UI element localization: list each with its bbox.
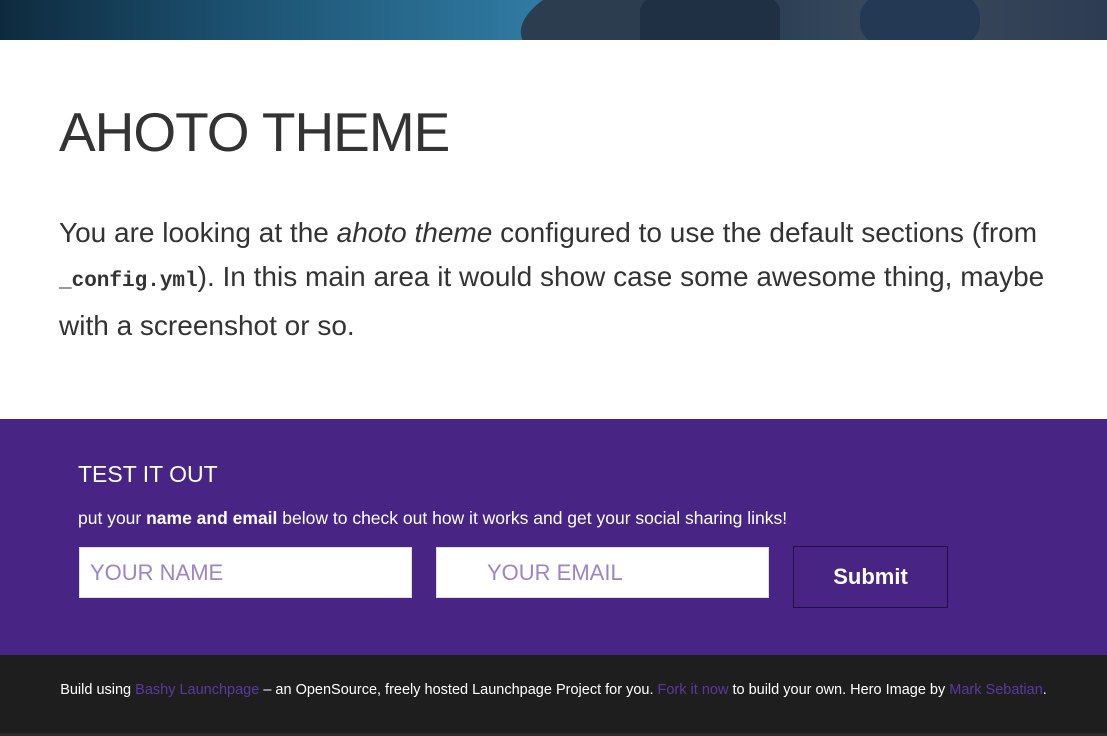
hero-image xyxy=(0,0,1107,40)
footer: Build using Bashy Launchpage – an OpenSo… xyxy=(0,655,1107,736)
footer-text: Build using Bashy Launchpage – an OpenSo… xyxy=(60,682,1047,698)
page: AHOTO THEME You are looking at the ahoto… xyxy=(0,0,1107,736)
submit-button[interactable]: Submit xyxy=(793,546,948,608)
config-filename: _config.yml xyxy=(59,270,198,293)
email-input[interactable] xyxy=(436,547,769,598)
name-input[interactable] xyxy=(79,547,412,598)
bashy-launchpage-link[interactable]: Bashy Launchpage xyxy=(135,682,259,698)
page-title: AHOTO THEME xyxy=(59,101,450,163)
main-section: AHOTO THEME You are looking at the ahoto… xyxy=(0,40,1107,419)
signup-heading: TEST IT OUT xyxy=(78,461,218,487)
signup-description: put your name and email below to check o… xyxy=(78,508,788,528)
theme-name-emphasis: ahoto theme xyxy=(336,217,493,248)
signup-section: TEST IT OUT put your name and email belo… xyxy=(0,419,1107,655)
mark-sebatian-link[interactable]: Mark Sebatian xyxy=(949,682,1043,698)
fork-it-now-link[interactable]: Fork it now xyxy=(658,682,729,698)
intro-text: You are looking at the ahoto theme confi… xyxy=(59,217,1045,341)
